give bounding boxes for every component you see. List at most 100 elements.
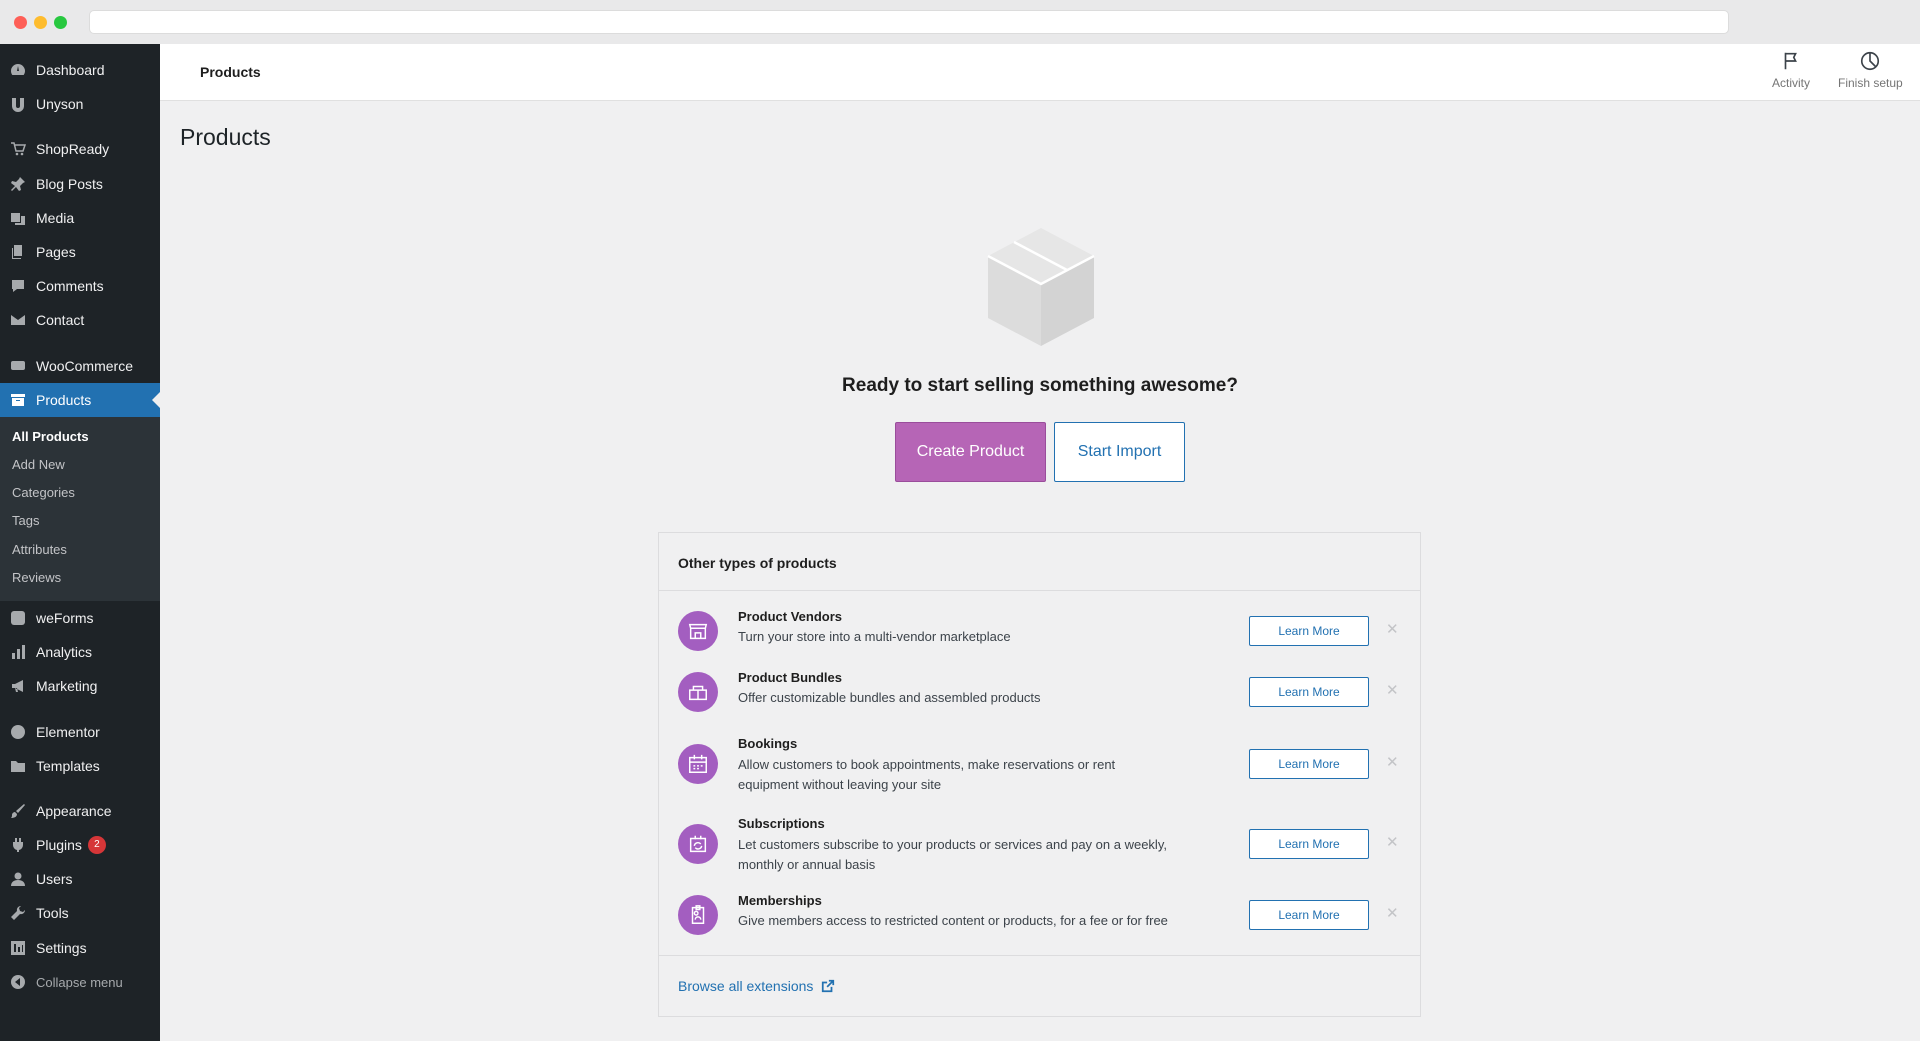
elementor-icon [10, 724, 26, 740]
sidebar-item-label: Contact [36, 312, 85, 328]
sidebar-item-label: Media [36, 210, 75, 226]
dismiss-icon[interactable]: ✕ [1386, 904, 1399, 922]
flag-icon [1784, 52, 1797, 70]
finish-setup-button[interactable]: Finish setup [1838, 50, 1903, 96]
media-icon [10, 210, 26, 226]
learn-more-button[interactable]: Learn More [1249, 829, 1369, 859]
sidebar-item-shopready[interactable]: ShopReady [0, 132, 160, 166]
bundle-icon [678, 672, 718, 712]
finish-setup-label: Finish setup [1838, 76, 1903, 90]
sidebar-item-label: Unyson [36, 96, 84, 112]
other-product-types-card: Other types of products Product Vendors … [658, 532, 1421, 1017]
card-title: Other types of products [678, 555, 837, 571]
sidebar-item-comments[interactable]: Comments [0, 269, 160, 303]
product-type-title: Product Bundles [738, 670, 843, 685]
plugin-icon [10, 837, 26, 853]
subscription-icon [678, 824, 718, 864]
sidebar-item-elementor[interactable]: Elementor [0, 715, 160, 749]
sidebar-item-dashboard[interactable]: Dashboard [0, 53, 160, 87]
submenu-tags[interactable]: Tags [12, 513, 39, 528]
product-type-desc: Offer customizable bundles and assembled… [738, 690, 1041, 705]
browse-extensions-link[interactable]: Browse all extensions [678, 978, 835, 994]
sidebar-item-label: Users [36, 871, 73, 887]
breadcrumb: Products [200, 64, 261, 80]
products-submenu: All Products Add New Categories Tags Att… [0, 417, 160, 601]
dashboard-icon [10, 62, 26, 78]
sidebar-item-products[interactable]: Products [0, 383, 160, 417]
weforms-icon [10, 610, 26, 626]
sidebar-item-marketing[interactable]: Marketing [0, 669, 160, 703]
sidebar-item-media[interactable]: Media [0, 201, 160, 235]
window-chrome [0, 0, 1920, 44]
learn-more-button[interactable]: Learn More [1249, 616, 1369, 646]
sidebar-item-templates[interactable]: Templates [0, 749, 160, 783]
sidebar-item-settings[interactable]: Settings [0, 931, 160, 965]
product-type-desc: Turn your store into a multi-vendor mark… [738, 629, 1011, 644]
sidebar-item-blog-posts[interactable]: Blog Posts [0, 167, 160, 201]
submenu-add-new[interactable]: Add New [12, 457, 65, 472]
card-header: Other types of products [659, 533, 1420, 591]
sidebar-item-unyson[interactable]: Unyson [0, 87, 160, 121]
minimize-window-button[interactable] [34, 16, 47, 29]
product-type-title: Memberships [738, 893, 822, 908]
sidebar-item-tools[interactable]: Tools [0, 896, 160, 930]
analytics-icon [10, 644, 26, 660]
collapse-menu-button[interactable]: Collapse menu [0, 965, 160, 999]
sidebar-item-pages[interactable]: Pages [0, 235, 160, 269]
learn-more-button[interactable]: Learn More [1249, 900, 1369, 930]
sidebar-item-label: Marketing [36, 678, 98, 694]
empty-box-illustration [986, 226, 1096, 353]
folder-icon [10, 758, 26, 774]
sidebar-item-label: ShopReady [36, 141, 110, 157]
external-link-icon [822, 979, 835, 993]
product-type-desc: Let customers subscribe to your products… [738, 837, 1167, 872]
progress-ring-icon [1861, 51, 1880, 71]
start-import-button[interactable]: Start Import [1054, 422, 1185, 482]
maximize-window-button[interactable] [54, 16, 67, 29]
sidebar-item-weforms[interactable]: weForms [0, 601, 160, 635]
sidebar-item-label: Templates [36, 758, 100, 774]
woo-icon [10, 358, 26, 374]
dismiss-icon[interactable]: ✕ [1386, 833, 1399, 851]
product-type-desc: Allow customers to book appointments, ma… [738, 757, 1116, 792]
pages-icon [10, 244, 26, 260]
sidebar-item-users[interactable]: Users [0, 862, 160, 896]
cart-icon [10, 141, 26, 157]
browse-extensions-label: Browse all extensions [678, 978, 814, 994]
submenu-all-products[interactable]: All Products [12, 429, 89, 444]
collapse-icon [10, 974, 26, 990]
collapse-menu-label: Collapse menu [36, 974, 123, 990]
main-content: Products Activity Finish setup Products … [160, 44, 1920, 1041]
create-product-button[interactable]: Create Product [895, 422, 1046, 482]
close-window-button[interactable] [14, 16, 27, 29]
membership-icon [678, 895, 718, 935]
sidebar-item-label: Comments [36, 278, 104, 294]
sidebar-item-plugins[interactable]: Plugins 2 [0, 828, 160, 862]
activity-button[interactable]: Activity [1772, 50, 1810, 96]
box-icon [987, 228, 1095, 346]
dismiss-icon[interactable]: ✕ [1386, 620, 1399, 638]
megaphone-icon [10, 678, 26, 694]
sidebar-item-appearance[interactable]: Appearance [0, 794, 160, 828]
dismiss-icon[interactable]: ✕ [1386, 753, 1399, 771]
sidebar-item-contact[interactable]: Contact [0, 303, 160, 337]
learn-more-button[interactable]: Learn More [1249, 677, 1369, 707]
learn-more-button[interactable]: Learn More [1249, 749, 1369, 779]
vendor-icon [678, 611, 718, 651]
sidebar-item-analytics[interactable]: Analytics [0, 635, 160, 669]
sidebar-item-woocommerce[interactable]: WooCommerce [0, 349, 160, 383]
page-title: Products [180, 124, 271, 150]
dismiss-icon[interactable]: ✕ [1386, 681, 1399, 699]
archive-icon [10, 392, 26, 408]
woocommerce-header: Products Activity Finish setup [160, 44, 1920, 101]
sidebar-item-label: Blog Posts [36, 176, 103, 192]
activity-label: Activity [1772, 76, 1811, 90]
submenu-categories[interactable]: Categories [12, 485, 75, 500]
plugins-update-badge: 2 [87, 836, 106, 854]
sidebar-item-label: Products [36, 392, 92, 408]
submenu-attributes[interactable]: Attributes [12, 542, 67, 557]
submenu-reviews[interactable]: Reviews [12, 570, 61, 585]
mail-icon [10, 312, 26, 328]
sidebar-item-label: Tools [36, 905, 69, 921]
address-bar[interactable] [89, 10, 1729, 34]
